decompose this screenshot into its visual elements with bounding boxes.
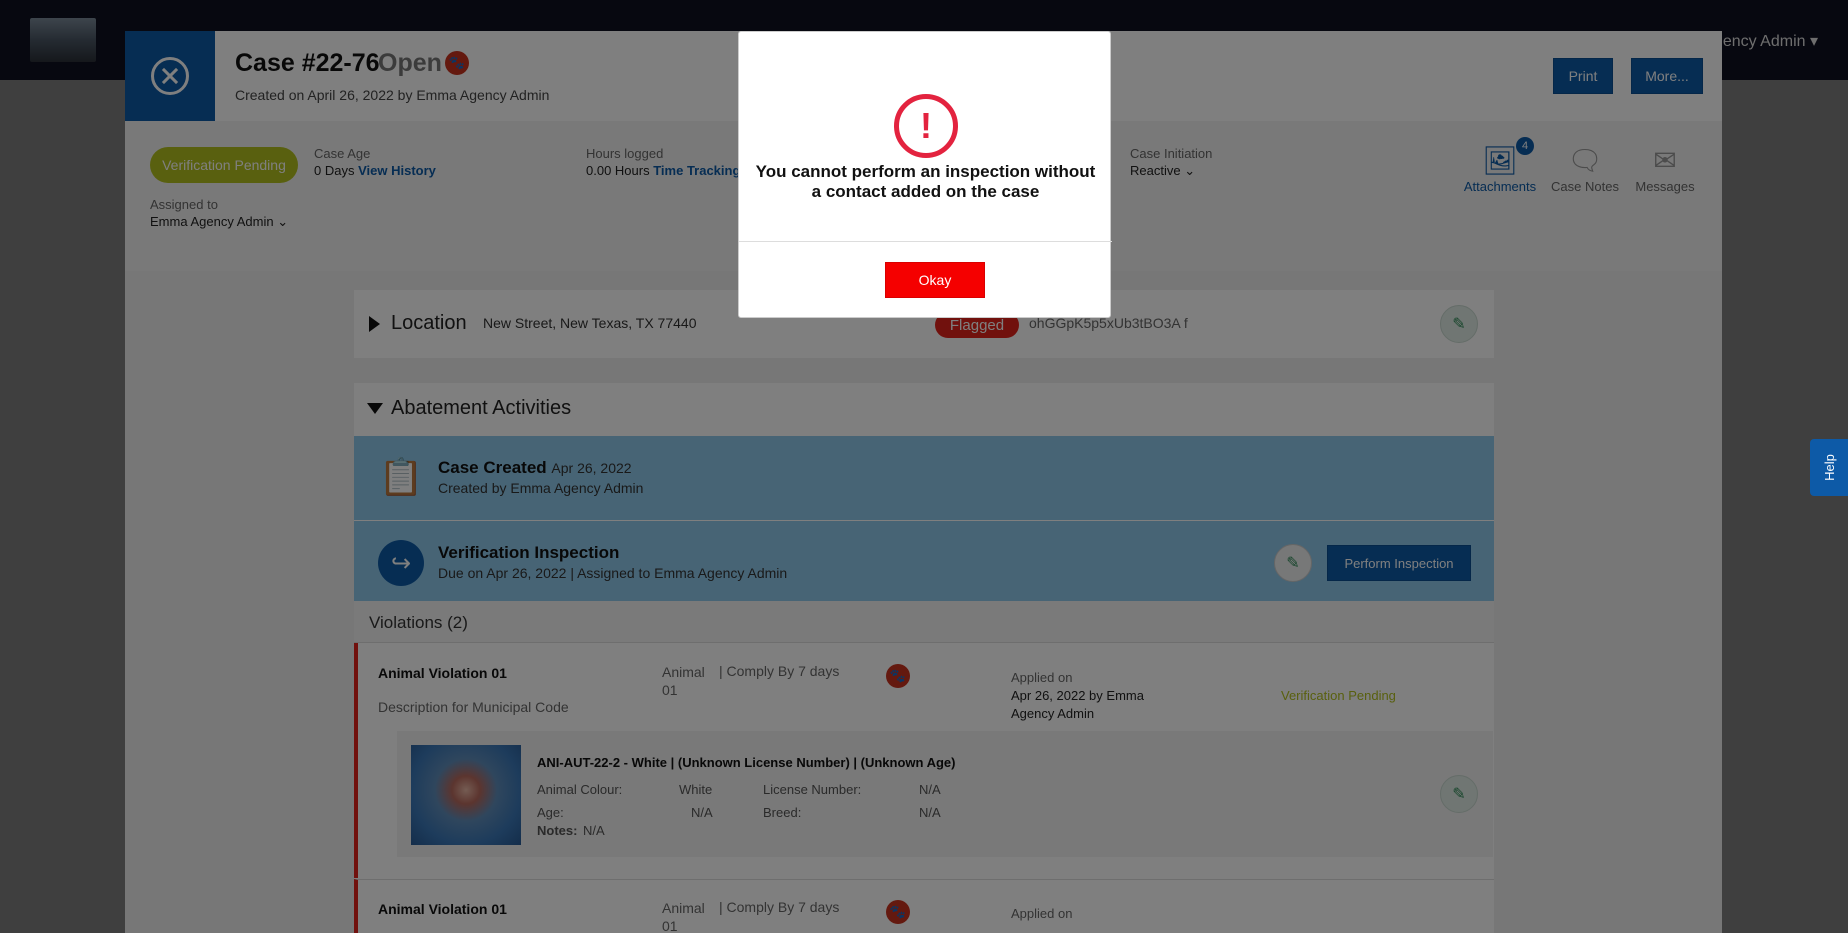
alert-dialog: ! You cannot perform an inspection witho…: [738, 31, 1112, 318]
help-tab[interactable]: Help: [1810, 439, 1848, 496]
help-label: Help: [1821, 454, 1837, 481]
okay-button[interactable]: Okay: [885, 262, 985, 298]
exclamation-icon: !: [894, 94, 958, 158]
divider: [739, 241, 1112, 242]
alert-message: You cannot perform an inspection without…: [755, 162, 1096, 201]
